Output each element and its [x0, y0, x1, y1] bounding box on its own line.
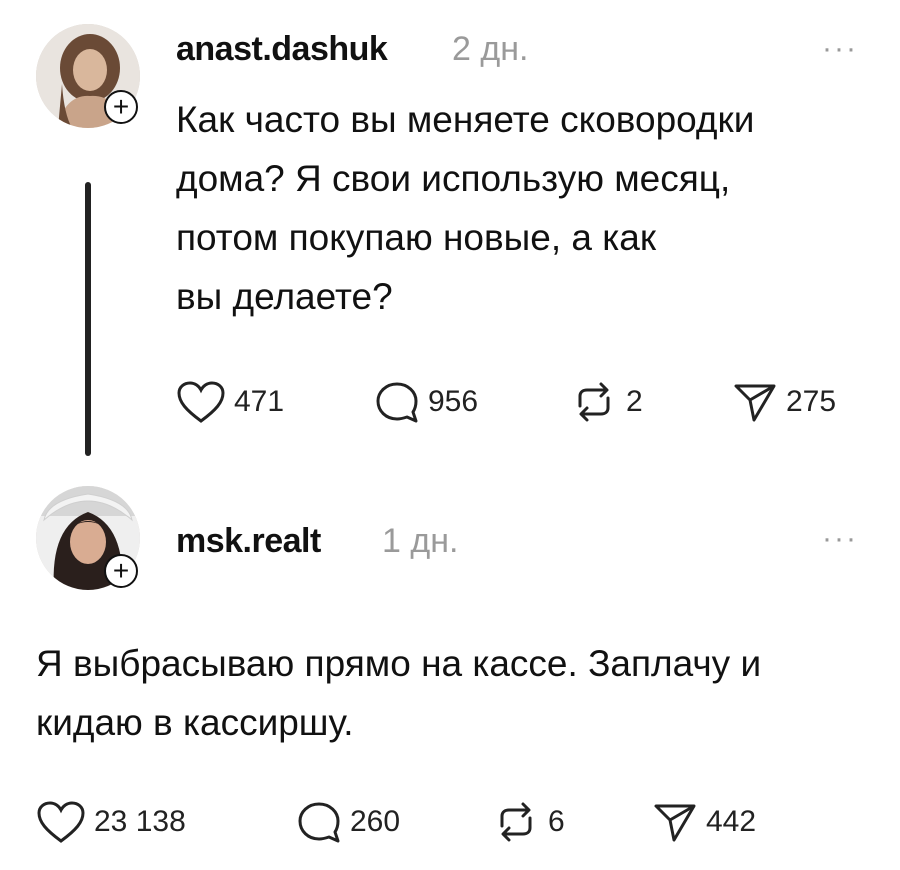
thread-line	[85, 182, 91, 456]
repost-button[interactable]: 6	[492, 800, 565, 844]
post-time: 2 дн.	[452, 30, 529, 68]
repost-icon	[500, 802, 532, 842]
more-dots-icon[interactable]: ···	[822, 524, 858, 554]
post-text-line: потом покупаю новые, а как	[176, 217, 657, 258]
share-count: 275	[786, 385, 837, 418]
post-text-line: Как часто вы меняете сковородки	[176, 99, 755, 140]
more-dots-icon[interactable]: ···	[822, 34, 858, 64]
like-count: 471	[234, 385, 285, 418]
post-anast-dashuk: + anast.dashuk 2 дн. ··· Как часто вы ме…	[0, 0, 900, 470]
comment-bubble-icon	[376, 382, 418, 423]
heart-icon	[37, 801, 85, 843]
post-msk-realt: + msk.realt 1 дн. ··· Я выбрасываю прямо…	[0, 470, 900, 870]
username[interactable]: anast.dashuk	[176, 30, 388, 69]
like-button[interactable]: 471	[176, 380, 284, 424]
follow-add-button[interactable]: +	[104, 554, 138, 588]
repost-button[interactable]: 2	[570, 380, 643, 424]
comment-bubble-icon	[298, 802, 340, 843]
share-button[interactable]: 275	[732, 380, 836, 424]
comment-count: 260	[350, 805, 401, 838]
comment-button[interactable]: 260	[296, 800, 400, 844]
repost-icon	[578, 382, 610, 422]
share-button[interactable]: 442	[652, 800, 756, 844]
post-text-line: дома? Я свои использую месяц,	[176, 158, 731, 199]
post-text-line: Я выбрасываю прямо на кассе. Заплачу и	[36, 643, 762, 684]
comment-count: 956	[428, 385, 479, 418]
share-send-icon	[654, 804, 696, 842]
post-text-line: вы делаете?	[176, 276, 393, 317]
post-text: Я выбрасываю прямо на кассе. Заплачу и к…	[36, 634, 761, 752]
share-count: 442	[706, 805, 757, 838]
like-button[interactable]: 23 138	[36, 800, 186, 844]
like-count: 23 138	[94, 805, 186, 838]
comment-button[interactable]: 956	[374, 380, 478, 424]
post-time: 1 дн.	[382, 522, 459, 560]
repost-count: 6	[548, 805, 565, 838]
repost-count: 2	[626, 385, 643, 418]
heart-icon	[177, 381, 225, 423]
username[interactable]: msk.realt	[176, 522, 321, 561]
share-send-icon	[734, 384, 776, 422]
post-text-line: кидаю в кассиршу.	[36, 702, 354, 743]
follow-add-button[interactable]: +	[104, 90, 138, 124]
post-text: Как часто вы меняете сковородки дома? Я …	[176, 90, 754, 326]
